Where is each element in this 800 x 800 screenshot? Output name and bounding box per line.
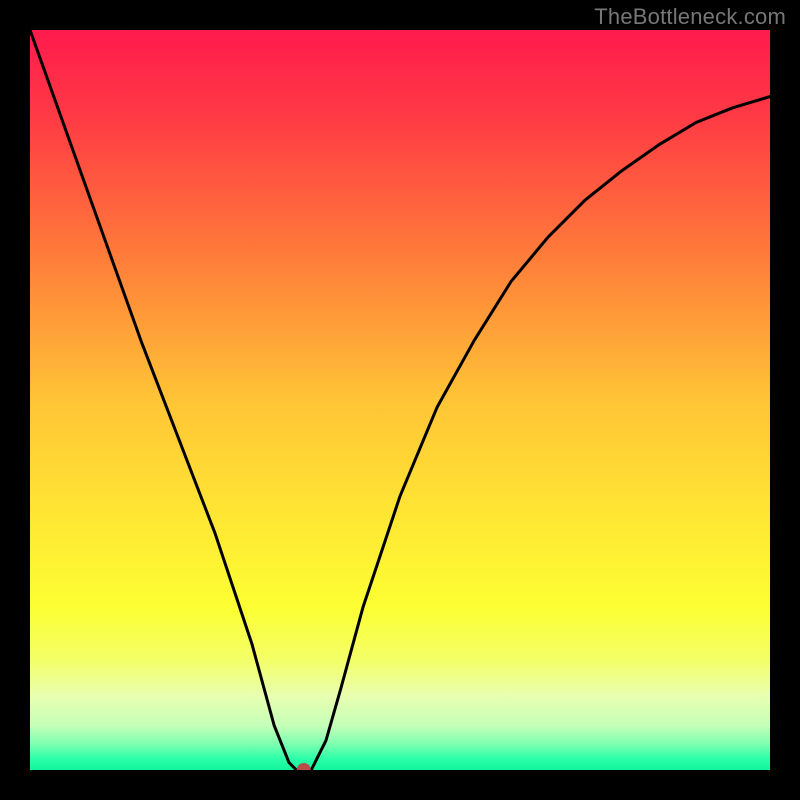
watermark-text: TheBottleneck.com <box>594 4 786 30</box>
gradient-background <box>30 30 770 770</box>
chart-frame: TheBottleneck.com <box>0 0 800 800</box>
chart-svg <box>30 30 770 770</box>
plot-area <box>30 30 770 770</box>
